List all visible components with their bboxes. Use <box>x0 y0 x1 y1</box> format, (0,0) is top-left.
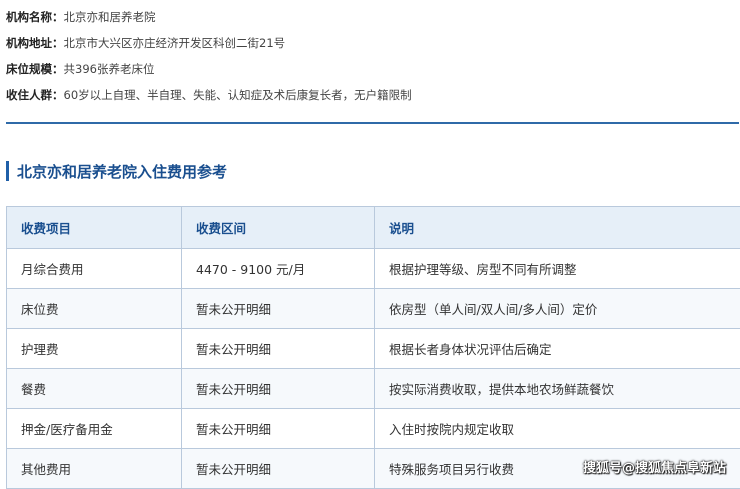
table-cell: 床位费 <box>7 289 182 329</box>
table-cell: 入住时按院内规定收取 <box>375 409 740 449</box>
info-label: 床位规模： <box>6 62 64 76</box>
info-value: 共396张养老床位 <box>64 62 155 76</box>
info-row-name: 机构名称：北京亦和居养老院 <box>6 4 412 30</box>
table-cell: 其他费用 <box>7 449 182 489</box>
info-label: 机构名称： <box>6 10 64 24</box>
table-cell: 根据长者身体状况评估后确定 <box>375 329 740 369</box>
watermark: 搜狐号@搜狐焦点阜新站 <box>583 457 726 476</box>
table-header-row: 收费项目 收费区间 说明 <box>7 207 740 249</box>
heading-accent-bar <box>6 161 9 181</box>
table-cell: 月综合费用 <box>7 249 182 289</box>
info-value: 60岁以上自理、半自理、失能、认知症及术后康复长者，无户籍限制 <box>64 88 412 102</box>
institution-info: 机构名称：北京亦和居养老院 机构地址：北京市大兴区亦庄经济开发区科创二街21号 … <box>6 4 412 108</box>
table-row: 护理费 暂未公开明细 根据长者身体状况评估后确定 <box>7 329 740 369</box>
table-cell: 按实际消费收取，提供本地农场鲜蔬餐饮 <box>375 369 740 409</box>
fee-table: 收费项目 收费区间 说明 月综合费用 4470 - 9100 元/月 根据护理等… <box>6 206 740 489</box>
column-header-note: 说明 <box>375 207 740 249</box>
section-heading: 北京亦和居养老院入住费用参考 <box>6 160 227 182</box>
table-cell: 依房型（单人间/双人间/多人间）定价 <box>375 289 740 329</box>
column-header-item: 收费项目 <box>7 207 182 249</box>
table-cell: 暂未公开明细 <box>182 289 375 329</box>
table-row: 床位费 暂未公开明细 依房型（单人间/双人间/多人间）定价 <box>7 289 740 329</box>
table-cell: 暂未公开明细 <box>182 409 375 449</box>
info-label: 机构地址： <box>6 36 64 50</box>
table-cell: 暂未公开明细 <box>182 369 375 409</box>
section-divider <box>6 122 739 124</box>
info-row-residents: 收住人群：60岁以上自理、半自理、失能、认知症及术后康复长者，无户籍限制 <box>6 82 412 108</box>
table-row: 押金/医疗备用金 暂未公开明细 入住时按院内规定收取 <box>7 409 740 449</box>
info-label: 收住人群： <box>6 88 64 102</box>
table-cell: 护理费 <box>7 329 182 369</box>
table-row: 月综合费用 4470 - 9100 元/月 根据护理等级、房型不同有所调整 <box>7 249 740 289</box>
table-cell: 押金/医疗备用金 <box>7 409 182 449</box>
info-value: 北京市大兴区亦庄经济开发区科创二街21号 <box>64 36 286 50</box>
info-value: 北京亦和居养老院 <box>64 10 156 24</box>
table-cell: 4470 - 9100 元/月 <box>182 249 375 289</box>
table-cell: 暂未公开明细 <box>182 329 375 369</box>
column-header-range: 收费区间 <box>182 207 375 249</box>
table-row: 餐费 暂未公开明细 按实际消费收取，提供本地农场鲜蔬餐饮 <box>7 369 740 409</box>
info-row-beds: 床位规模：共396张养老床位 <box>6 56 412 82</box>
table-cell: 根据护理等级、房型不同有所调整 <box>375 249 740 289</box>
table-cell: 餐费 <box>7 369 182 409</box>
section-title: 北京亦和居养老院入住费用参考 <box>17 161 227 182</box>
info-row-address: 机构地址：北京市大兴区亦庄经济开发区科创二街21号 <box>6 30 412 56</box>
table-cell: 暂未公开明细 <box>182 449 375 489</box>
